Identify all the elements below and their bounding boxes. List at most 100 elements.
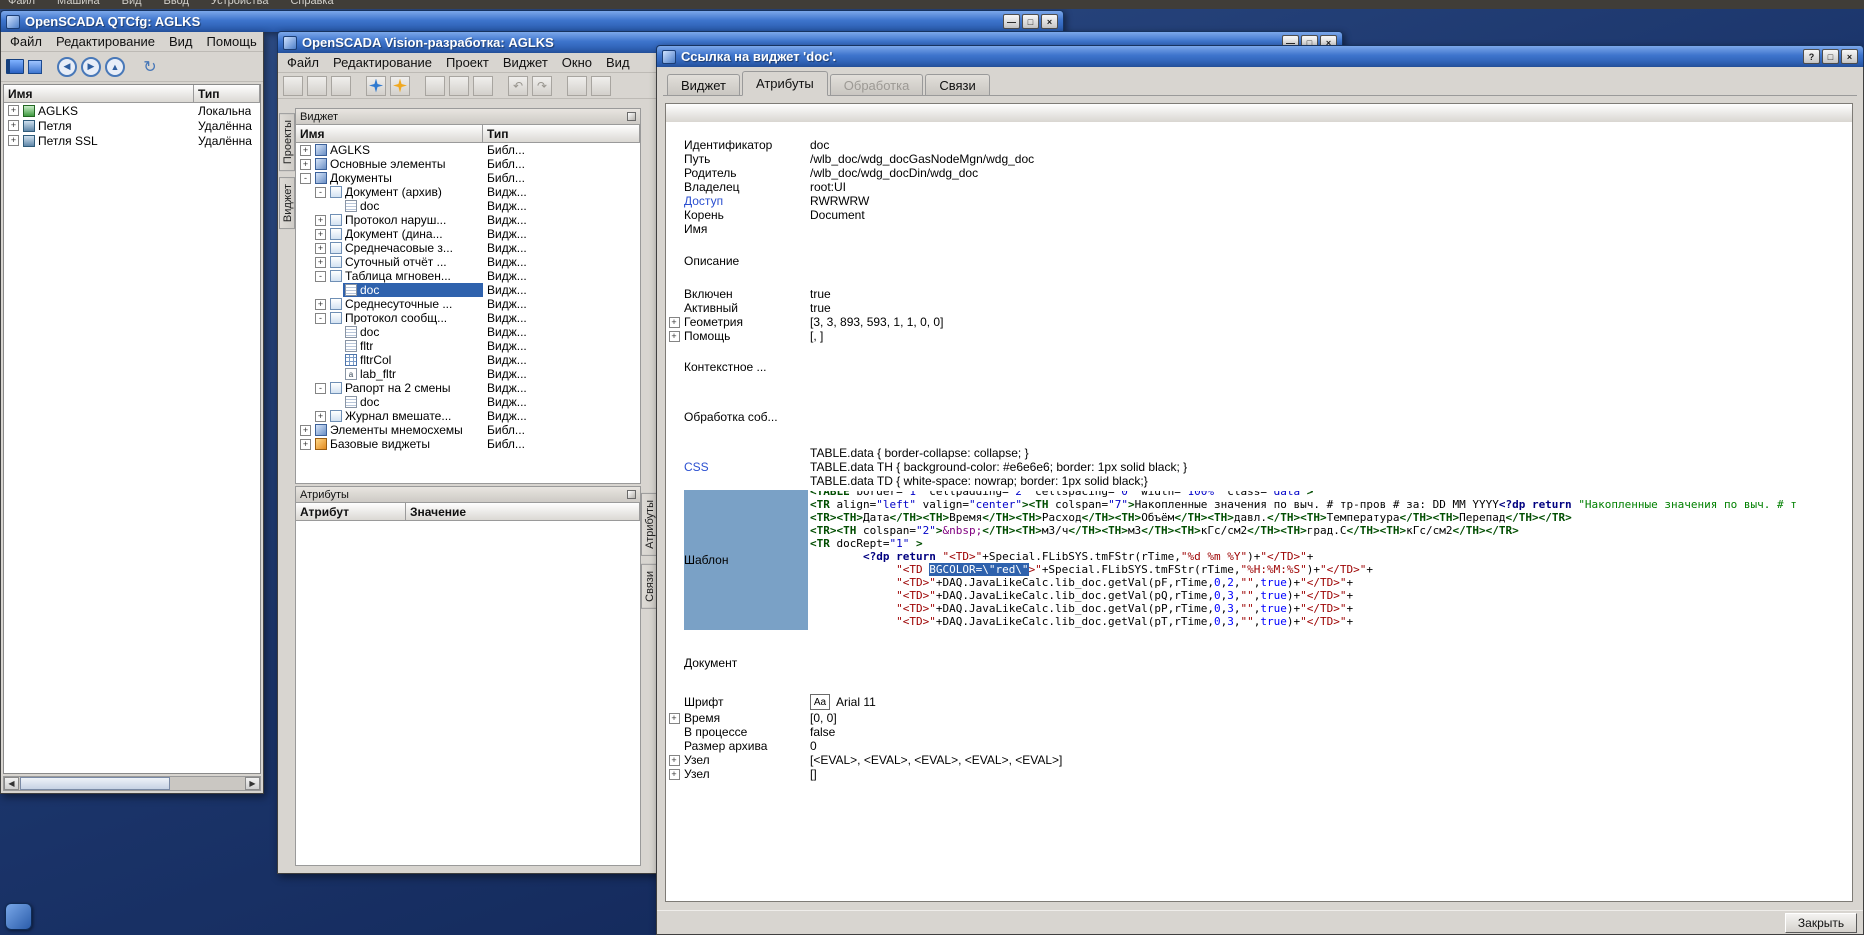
collapse-icon[interactable]: - [300, 173, 311, 184]
menu-item[interactable]: Редактирование [326, 53, 439, 72]
column-header[interactable]: Имя [296, 125, 483, 143]
host-menu-item[interactable]: Справка [290, 0, 333, 9]
expand-icon[interactable]: + [669, 317, 680, 328]
tree-row[interactable]: -Протокол сообщ...Видж... [296, 311, 640, 325]
expand-icon[interactable]: + [300, 145, 311, 156]
host-menu-item[interactable]: Файл [8, 0, 35, 9]
host-menu-item[interactable]: Вид [122, 0, 142, 9]
expand-icon[interactable]: + [315, 243, 326, 254]
menu-item[interactable]: Редактирование [49, 32, 162, 51]
attribute-row[interactable]: Путь/wlb_doc/wdg_docGasNodeMgn/wdg_doc [666, 152, 1852, 166]
column-header[interactable]: Тип [194, 85, 260, 103]
attribute-row[interactable]: Имя [666, 222, 1852, 236]
attribute-row[interactable]: Контекстное ... [666, 360, 1852, 374]
column-header[interactable]: Атрибут [296, 503, 406, 521]
tab-widget[interactable]: Виджет [667, 74, 740, 95]
attribute-row[interactable]: ШрифтAaArial 11 [666, 693, 1852, 711]
attribute-row[interactable]: В процессеfalse [666, 725, 1852, 739]
scrollbar-thumb[interactable] [20, 777, 170, 790]
tree-row[interactable]: -ДокументыБибл... [296, 171, 640, 185]
attribute-row[interactable]: Размер архива0 [666, 739, 1852, 753]
attribute-row[interactable]: Родитель/wlb_doc/wdg_docDin/wdg_doc [666, 166, 1852, 180]
help-button[interactable]: ? [1803, 49, 1820, 64]
new-icon[interactable] [283, 76, 303, 96]
run-execution-icon[interactable] [390, 76, 410, 96]
back-button[interactable]: ◀ [57, 57, 77, 77]
tree-row[interactable]: +Основные элементыБибл... [296, 157, 640, 171]
attribute-row[interactable]: Шаблон<TABLE border="1" cellpadding="2" … [666, 490, 1852, 630]
font-picker-button[interactable]: Aa [810, 694, 830, 710]
tree-row[interactable]: +Суточный отчёт ...Видж... [296, 255, 640, 269]
tree-row[interactable]: +AGLKSЛокальна [4, 103, 260, 118]
menu-item[interactable]: Проект [439, 53, 496, 72]
undo-icon[interactable]: ↶ [508, 76, 528, 96]
tree-row[interactable]: fltrColВидж... [296, 353, 640, 367]
expand-icon[interactable]: + [315, 299, 326, 310]
collapse-icon[interactable]: - [315, 271, 326, 282]
tree-row[interactable]: +AGLKSБибл... [296, 143, 640, 157]
tree-row[interactable]: +Документ (дина...Видж... [296, 227, 640, 241]
zoom-out-icon[interactable] [591, 76, 611, 96]
expand-icon[interactable]: + [669, 755, 680, 766]
attribute-row[interactable]: Документ [666, 656, 1852, 670]
attribute-row[interactable]: Обработка соб... [666, 410, 1852, 424]
attribute-row[interactable]: +Узел[] [666, 767, 1852, 781]
menu-item[interactable]: Файл [3, 32, 49, 51]
minimize-button[interactable]: — [1003, 14, 1020, 29]
attribute-row[interactable]: Активныйtrue [666, 301, 1852, 315]
tree-row[interactable]: +Элементы мнемосхемыБибл... [296, 423, 640, 437]
scrollbar-track[interactable] [170, 777, 245, 790]
widget-dock-titlebar[interactable]: Виджет [296, 109, 640, 125]
tree-row[interactable]: docВидж... [296, 283, 640, 297]
attribute-row[interactable]: +Время[0, 0] [666, 711, 1852, 725]
menu-item[interactable]: Помощь [200, 32, 264, 51]
up-button[interactable]: ▲ [105, 57, 125, 77]
tab-links[interactable]: Связи [925, 74, 989, 95]
qtcfg-titlebar[interactable]: OpenSCADA QTCfg: AGLKS —□× [0, 10, 1064, 32]
column-header[interactable]: Имя [4, 85, 194, 103]
attribute-row[interactable]: Владелецroot:UI [666, 180, 1852, 194]
expand-icon[interactable]: + [315, 229, 326, 240]
tree-row[interactable]: alab_fltrВидж... [296, 367, 640, 381]
tree-row[interactable]: fltrВидж... [296, 339, 640, 353]
collapse-icon[interactable]: - [315, 187, 326, 198]
expand-icon[interactable]: + [8, 135, 19, 146]
attribute-row[interactable]: Включенtrue [666, 287, 1852, 301]
tree-row[interactable]: docВидж... [296, 199, 640, 213]
menu-item[interactable]: Виджет [496, 53, 555, 72]
taskbar-launcher-icon[interactable] [5, 903, 32, 930]
expand-icon[interactable]: + [315, 215, 326, 226]
host-menu-item[interactable]: Устройства [211, 0, 269, 9]
expand-icon[interactable]: + [669, 769, 680, 780]
tree-row[interactable]: -Рапорт на 2 сменыВидж... [296, 381, 640, 395]
template-code-editor[interactable]: <TABLE border="1" cellpadding="2" cellsp… [808, 490, 1852, 630]
cut-icon[interactable] [425, 76, 445, 96]
run-development-icon[interactable] [366, 76, 386, 96]
collapse-icon[interactable]: - [315, 383, 326, 394]
tree-row[interactable]: +ПетляУдалённа [4, 118, 260, 133]
scroll-right-icon[interactable]: ▶ [245, 777, 260, 790]
tree-row[interactable]: +Среднесуточные ...Видж... [296, 297, 640, 311]
refresh-button[interactable]: ↻ [140, 57, 160, 77]
close-dialog-button[interactable]: Закрыть [1785, 913, 1857, 933]
column-header[interactable]: Значение [406, 503, 640, 521]
tree-row[interactable]: +Петля SSLУдалённа [4, 133, 260, 148]
menu-item[interactable]: Файл [280, 53, 326, 72]
maximize-button[interactable]: □ [1022, 14, 1039, 29]
menu-item[interactable]: Вид [162, 32, 200, 51]
close-button[interactable]: × [1841, 49, 1858, 64]
attribute-row[interactable]: +Геометрия[3, 3, 893, 593, 1, 1, 0, 0] [666, 315, 1852, 329]
column-header[interactable]: Тип [483, 125, 640, 143]
expand-icon[interactable]: + [669, 713, 680, 724]
expand-icon[interactable]: + [669, 331, 680, 342]
tree-row[interactable]: -Таблица мгновен...Видж... [296, 269, 640, 283]
menu-item[interactable]: Окно [555, 53, 599, 72]
expand-icon[interactable]: + [315, 257, 326, 268]
expand-icon[interactable]: + [300, 425, 311, 436]
paste-icon[interactable] [473, 76, 493, 96]
copy-icon[interactable] [449, 76, 469, 96]
load-icon[interactable] [307, 76, 327, 96]
expand-icon[interactable]: + [300, 439, 311, 450]
maximize-button[interactable]: □ [1822, 49, 1839, 64]
zoom-in-icon[interactable] [567, 76, 587, 96]
